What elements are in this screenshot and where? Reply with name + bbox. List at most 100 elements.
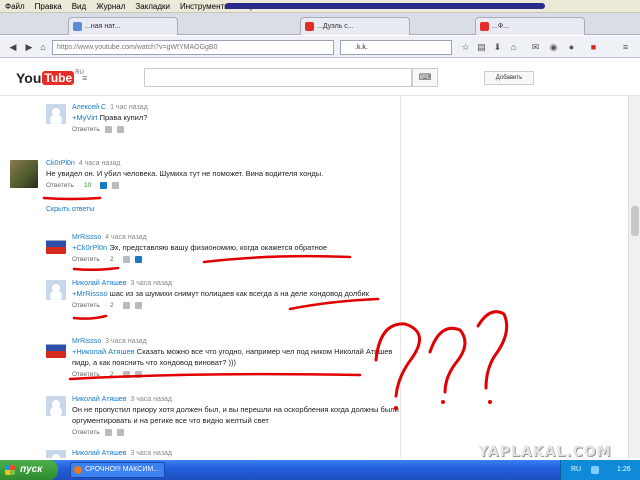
comment-time[interactable]: 3 часа назад xyxy=(130,450,172,457)
reply-button[interactable]: Ответить xyxy=(46,182,74,189)
like-count: 2 xyxy=(109,256,114,263)
mention-link[interactable]: +Николай Атяшев xyxy=(72,347,135,356)
separator: · xyxy=(103,256,106,263)
comment-time[interactable]: 1 час назад xyxy=(110,104,148,111)
thumb-up-icon[interactable] xyxy=(122,371,130,378)
navigation-bar: ◀ ▶ ⌂ https://www.youtube.com/watch?v=gW… xyxy=(0,36,640,58)
comment-text: Права купил? xyxy=(97,113,148,122)
comment-time[interactable]: 4 часа назад xyxy=(105,234,147,241)
underline-mark xyxy=(72,314,108,320)
thumb-down-icon[interactable] xyxy=(134,302,142,309)
thumb-down-icon[interactable] xyxy=(134,371,142,378)
avatar[interactable] xyxy=(46,234,66,254)
url-bar[interactable]: https://www.youtube.com/watch?v=gWtYMAOG… xyxy=(52,40,334,55)
reply-button[interactable]: Ответить xyxy=(72,126,100,133)
avatar[interactable] xyxy=(46,280,66,300)
hide-replies-link[interactable]: Скрыть ответы xyxy=(46,206,94,213)
tab-label: ...ная нат... xyxy=(85,23,121,30)
reply-button[interactable]: Ответить xyxy=(72,302,100,309)
comment-author[interactable]: Николай Атяшев xyxy=(72,280,126,287)
comment-time[interactable]: 3 часа назад xyxy=(105,338,147,345)
youtube-logo[interactable]: You Tube RU xyxy=(16,70,84,86)
bookmarks-icon[interactable]: ▤ xyxy=(476,42,487,53)
guide-menu-icon[interactable]: ≡ xyxy=(82,73,87,83)
menu-bar: Файл Правка Вид Журнал Закладки Инструме… xyxy=(0,0,640,13)
question-mark-scribble xyxy=(476,310,509,390)
browser-tab[interactable]: ...Ф... xyxy=(475,17,585,35)
add-video-button[interactable]: Добавить xyxy=(484,71,534,85)
underline-mark xyxy=(42,196,102,201)
home-icon[interactable]: ⌂ xyxy=(508,42,519,53)
mention-link[interactable]: +MrRissso xyxy=(72,289,108,298)
watermark: YAPLAKAL.COM xyxy=(478,444,612,460)
avatar[interactable] xyxy=(46,104,66,124)
menu-file[interactable]: Файл xyxy=(0,2,30,11)
menu-history[interactable]: Журнал xyxy=(91,2,130,11)
comments-section: Алексей С 1 час назад +MyVirt Права купил… xyxy=(0,96,628,458)
question-mark-dot xyxy=(488,400,492,404)
browser-tab[interactable]: ...Дуэль с... xyxy=(300,17,410,35)
comment-text: Он не пропустил приору хотя должен был, … xyxy=(72,405,399,425)
scrollbar-thumb[interactable] xyxy=(631,206,639,236)
extension-icon[interactable]: ✉ xyxy=(530,42,541,53)
avatar[interactable] xyxy=(46,450,66,458)
scrollbar[interactable] xyxy=(628,96,640,458)
question-mark-scribble xyxy=(428,326,467,394)
browser-tab[interactable]: ...ная нат... xyxy=(68,17,178,35)
comment-author[interactable]: Ck0rPl0n xyxy=(46,160,75,167)
avatar[interactable] xyxy=(46,338,66,358)
menu-view[interactable]: Вид xyxy=(67,2,91,11)
menu-edit[interactable]: Правка xyxy=(30,2,67,11)
thumb-down-icon[interactable] xyxy=(116,126,124,133)
extension-icon[interactable]: ● xyxy=(566,42,577,53)
underline-mark xyxy=(72,266,120,272)
menu-icon[interactable]: ≡ xyxy=(620,42,631,53)
browser-search-input[interactable]: .k.k. xyxy=(340,40,452,55)
home-icon[interactable]: ⌂ xyxy=(36,40,50,54)
forward-icon[interactable]: ▶ xyxy=(22,40,36,54)
comment-time[interactable]: 4 часа назад xyxy=(79,160,121,167)
star-icon[interactable]: ☆ xyxy=(460,42,471,53)
reply-button[interactable]: Ответить xyxy=(72,429,100,436)
thumb-down-icon[interactable] xyxy=(116,429,124,436)
adblock-icon[interactable]: ■ xyxy=(588,42,599,53)
comment-author[interactable]: Алексей С xyxy=(72,104,106,111)
comment-time[interactable]: 3 часа назад xyxy=(130,396,172,403)
reply-button[interactable]: Ответить xyxy=(72,371,100,378)
language-indicator[interactable]: RU xyxy=(571,460,581,480)
clock[interactable]: 1:26 xyxy=(617,460,631,480)
avatar[interactable] xyxy=(46,396,66,416)
thumb-up-icon[interactable] xyxy=(122,302,130,309)
keyboard-icon[interactable]: ⌨ xyxy=(412,68,438,87)
menu-bookmarks[interactable]: Закладки xyxy=(130,2,175,11)
mention-link[interactable]: +Ck0rPl0n xyxy=(72,243,107,252)
comment-time[interactable]: 3 часа назад xyxy=(130,280,172,287)
network-icon[interactable] xyxy=(591,466,599,474)
system-tray: RU 1:26 xyxy=(560,460,640,480)
comment-author[interactable]: MrRissso xyxy=(72,234,101,241)
redaction-scribble xyxy=(225,3,545,9)
start-button[interactable]: пуск xyxy=(0,460,58,480)
comment-author[interactable]: Николай Атяшев xyxy=(72,396,126,403)
youtube-header: You Tube RU ≡ ⌨ Добавить xyxy=(0,59,640,96)
logo-tube: Tube xyxy=(42,71,75,85)
thumb-up-icon[interactable] xyxy=(104,429,112,436)
reply-button[interactable]: Ответить xyxy=(72,256,100,263)
thumb-down-icon[interactable] xyxy=(112,182,120,189)
youtube-search-input[interactable] xyxy=(144,68,412,87)
avatar[interactable] xyxy=(10,160,38,188)
taskbar-item[interactable]: СРОЧНО!!! МАКСИМ... xyxy=(70,462,165,478)
thumb-up-icon[interactable] xyxy=(122,256,130,263)
back-icon[interactable]: ◀ xyxy=(6,40,20,54)
separator: · xyxy=(103,302,106,309)
like-count: 2 xyxy=(109,302,114,309)
extension-icon[interactable]: ◉ xyxy=(548,42,559,53)
like-count: 2 xyxy=(109,371,114,378)
thumb-up-icon[interactable] xyxy=(104,126,112,133)
download-icon[interactable]: ⬇ xyxy=(492,42,503,53)
comment-author[interactable]: MrRissso xyxy=(72,338,101,345)
thumb-up-icon[interactable] xyxy=(100,182,108,189)
comment-author[interactable]: Николай Атяшев xyxy=(72,450,126,457)
mention-link[interactable]: +MyVirt xyxy=(72,113,98,122)
thumb-down-icon[interactable] xyxy=(134,256,142,263)
